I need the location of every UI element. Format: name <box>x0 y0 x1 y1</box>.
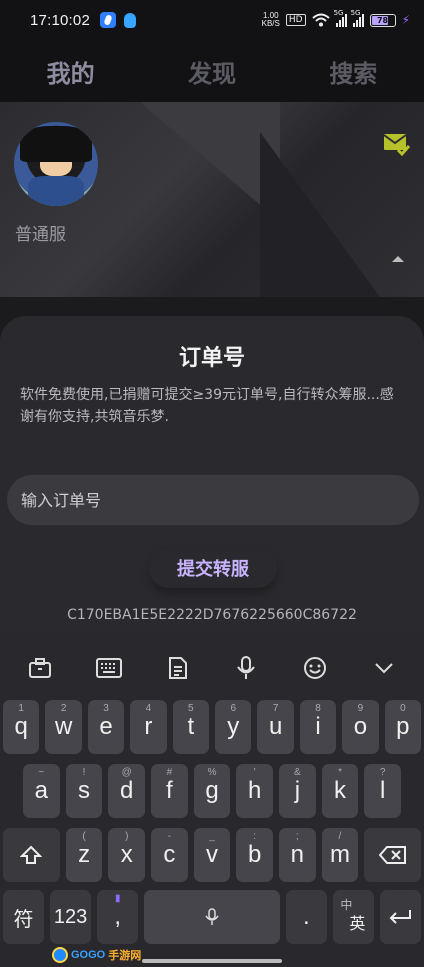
key-h[interactable]: ' h <box>236 764 274 818</box>
tab-discover[interactable]: 发现 <box>188 54 236 89</box>
key-g[interactable]: % g <box>193 764 231 818</box>
key-s[interactable]: ! s <box>65 764 103 818</box>
signal-icon: 5G <box>351 9 364 27</box>
number-key[interactable]: 123 <box>50 890 92 944</box>
charging-icon: ⚡ <box>401 13 410 27</box>
enter-key[interactable] <box>379 890 422 944</box>
tab-search[interactable]: 搜索 <box>329 54 377 89</box>
clipboard-icon[interactable] <box>165 655 191 681</box>
key-t[interactable]: 5t <box>172 700 210 754</box>
chevron-down-icon[interactable] <box>371 655 397 681</box>
keyboard-row-1: 1q 2w 3e 4r 5t 6y 7u 8i 9o 0p <box>0 700 424 754</box>
device-code: C170EBA1E5E2222D7676225660C86722 <box>67 607 357 623</box>
mail-check-icon[interactable] <box>384 134 410 156</box>
dialog-title: 订单号 <box>178 346 245 371</box>
key-x[interactable]: ) x <box>108 828 146 882</box>
key-r[interactable]: 4r <box>130 700 167 754</box>
key-y[interactable]: 6y <box>215 700 252 754</box>
key-e[interactable]: 3e <box>87 700 125 754</box>
key-i[interactable]: 8i <box>299 700 337 754</box>
key-j[interactable]: & j <box>279 764 316 818</box>
order-number-input[interactable] <box>7 475 419 525</box>
battery-icon: 78 <box>369 13 396 27</box>
status-time: 17:10:02 <box>30 11 90 29</box>
order-dialog: 订单号 软件免费使用,已捐赠可提交≥39元订单号,自行转众筹服...感谢有你支持… <box>0 316 424 646</box>
language-key[interactable]: 中 英 <box>332 890 374 944</box>
tab-mine[interactable]: 我的 <box>47 54 95 89</box>
watermark-icon <box>52 947 68 963</box>
top-tabs: 我的 发现 搜索 <box>0 40 424 102</box>
status-right: 1.00 KB/S HD 5G 5G 78 ⚡ <box>261 9 410 28</box>
space-key[interactable] <box>144 890 280 944</box>
backspace-icon <box>378 846 406 864</box>
key-w[interactable]: 2w <box>45 700 82 754</box>
key-m[interactable]: / m <box>321 828 359 882</box>
shift-key[interactable] <box>3 828 60 882</box>
key-u[interactable]: 7u <box>257 700 294 754</box>
enter-icon <box>390 910 412 924</box>
navigation-handle[interactable] <box>142 959 282 963</box>
key-k[interactable]: * k <box>321 764 359 818</box>
key-p[interactable]: 0p <box>384 700 422 754</box>
dialog-description: 软件免费使用,已捐赠可提交≥39元订单号,自行转众筹服...感谢有你支持,共筑音… <box>20 387 394 425</box>
key-f[interactable]: # f <box>151 764 188 818</box>
qq-icon <box>124 12 136 28</box>
watermark-logo: GOGO 手游网 <box>52 947 141 963</box>
triangle-up-icon[interactable] <box>392 256 404 262</box>
keyboard-row-4: 符 123 ▮ , . 中 英 <box>0 890 424 944</box>
submit-button[interactable]: 提交转服 <box>149 548 277 588</box>
emoji-icon[interactable] <box>302 655 328 681</box>
backspace-key[interactable] <box>364 828 422 882</box>
key-z[interactable]: (z <box>65 828 103 882</box>
signal-icon: 5G <box>334 9 347 27</box>
app-notification-icon <box>100 12 116 28</box>
key-c[interactable]: -c <box>151 828 188 882</box>
keyboard-row-2: ~ a ! s @ d # f % g ' h & j * k ? l <box>0 764 424 818</box>
key-v[interactable]: _ v <box>193 828 231 882</box>
key-o[interactable]: 9o <box>342 700 379 754</box>
toolbox-icon[interactable] <box>27 655 53 681</box>
wifi-icon <box>311 13 330 27</box>
symbol-key[interactable]: 符 <box>3 890 45 944</box>
keyboard-toolbar <box>0 638 424 698</box>
notification-icons <box>100 12 136 28</box>
key-b[interactable]: :b <box>236 828 273 882</box>
user-level: 普通服 <box>15 225 66 245</box>
key-q[interactable]: 1q <box>3 700 40 754</box>
comma-key[interactable]: ▮ , <box>97 890 139 944</box>
net-speed: 1.00 KB/S <box>261 11 280 28</box>
keyboard-icon[interactable] <box>95 655 122 681</box>
key-n[interactable]: ; n <box>278 828 316 882</box>
hd-icon: HD <box>285 14 306 26</box>
microphone-icon[interactable] <box>233 655 259 681</box>
microphone-icon <box>205 908 219 925</box>
profile-header: 普通服 <box>0 102 424 297</box>
key-l[interactable]: ? l <box>364 764 402 818</box>
shift-icon <box>20 845 43 864</box>
key-a[interactable]: ~ a <box>23 764 60 818</box>
key-d[interactable]: @ d <box>108 764 146 818</box>
soft-keyboard: 1q 2w 3e 4r 5t 6y 7u 8i 9o 0p ~ a ! s @ d #… <box>0 638 424 967</box>
status-bar: 17:10:02 1.00 KB/S HD 5G 5G 78 ⚡ <box>0 0 424 40</box>
keyboard-row-3: (z ) x -c _ v :b ; n / m <box>0 828 424 882</box>
avatar[interactable] <box>14 122 98 206</box>
